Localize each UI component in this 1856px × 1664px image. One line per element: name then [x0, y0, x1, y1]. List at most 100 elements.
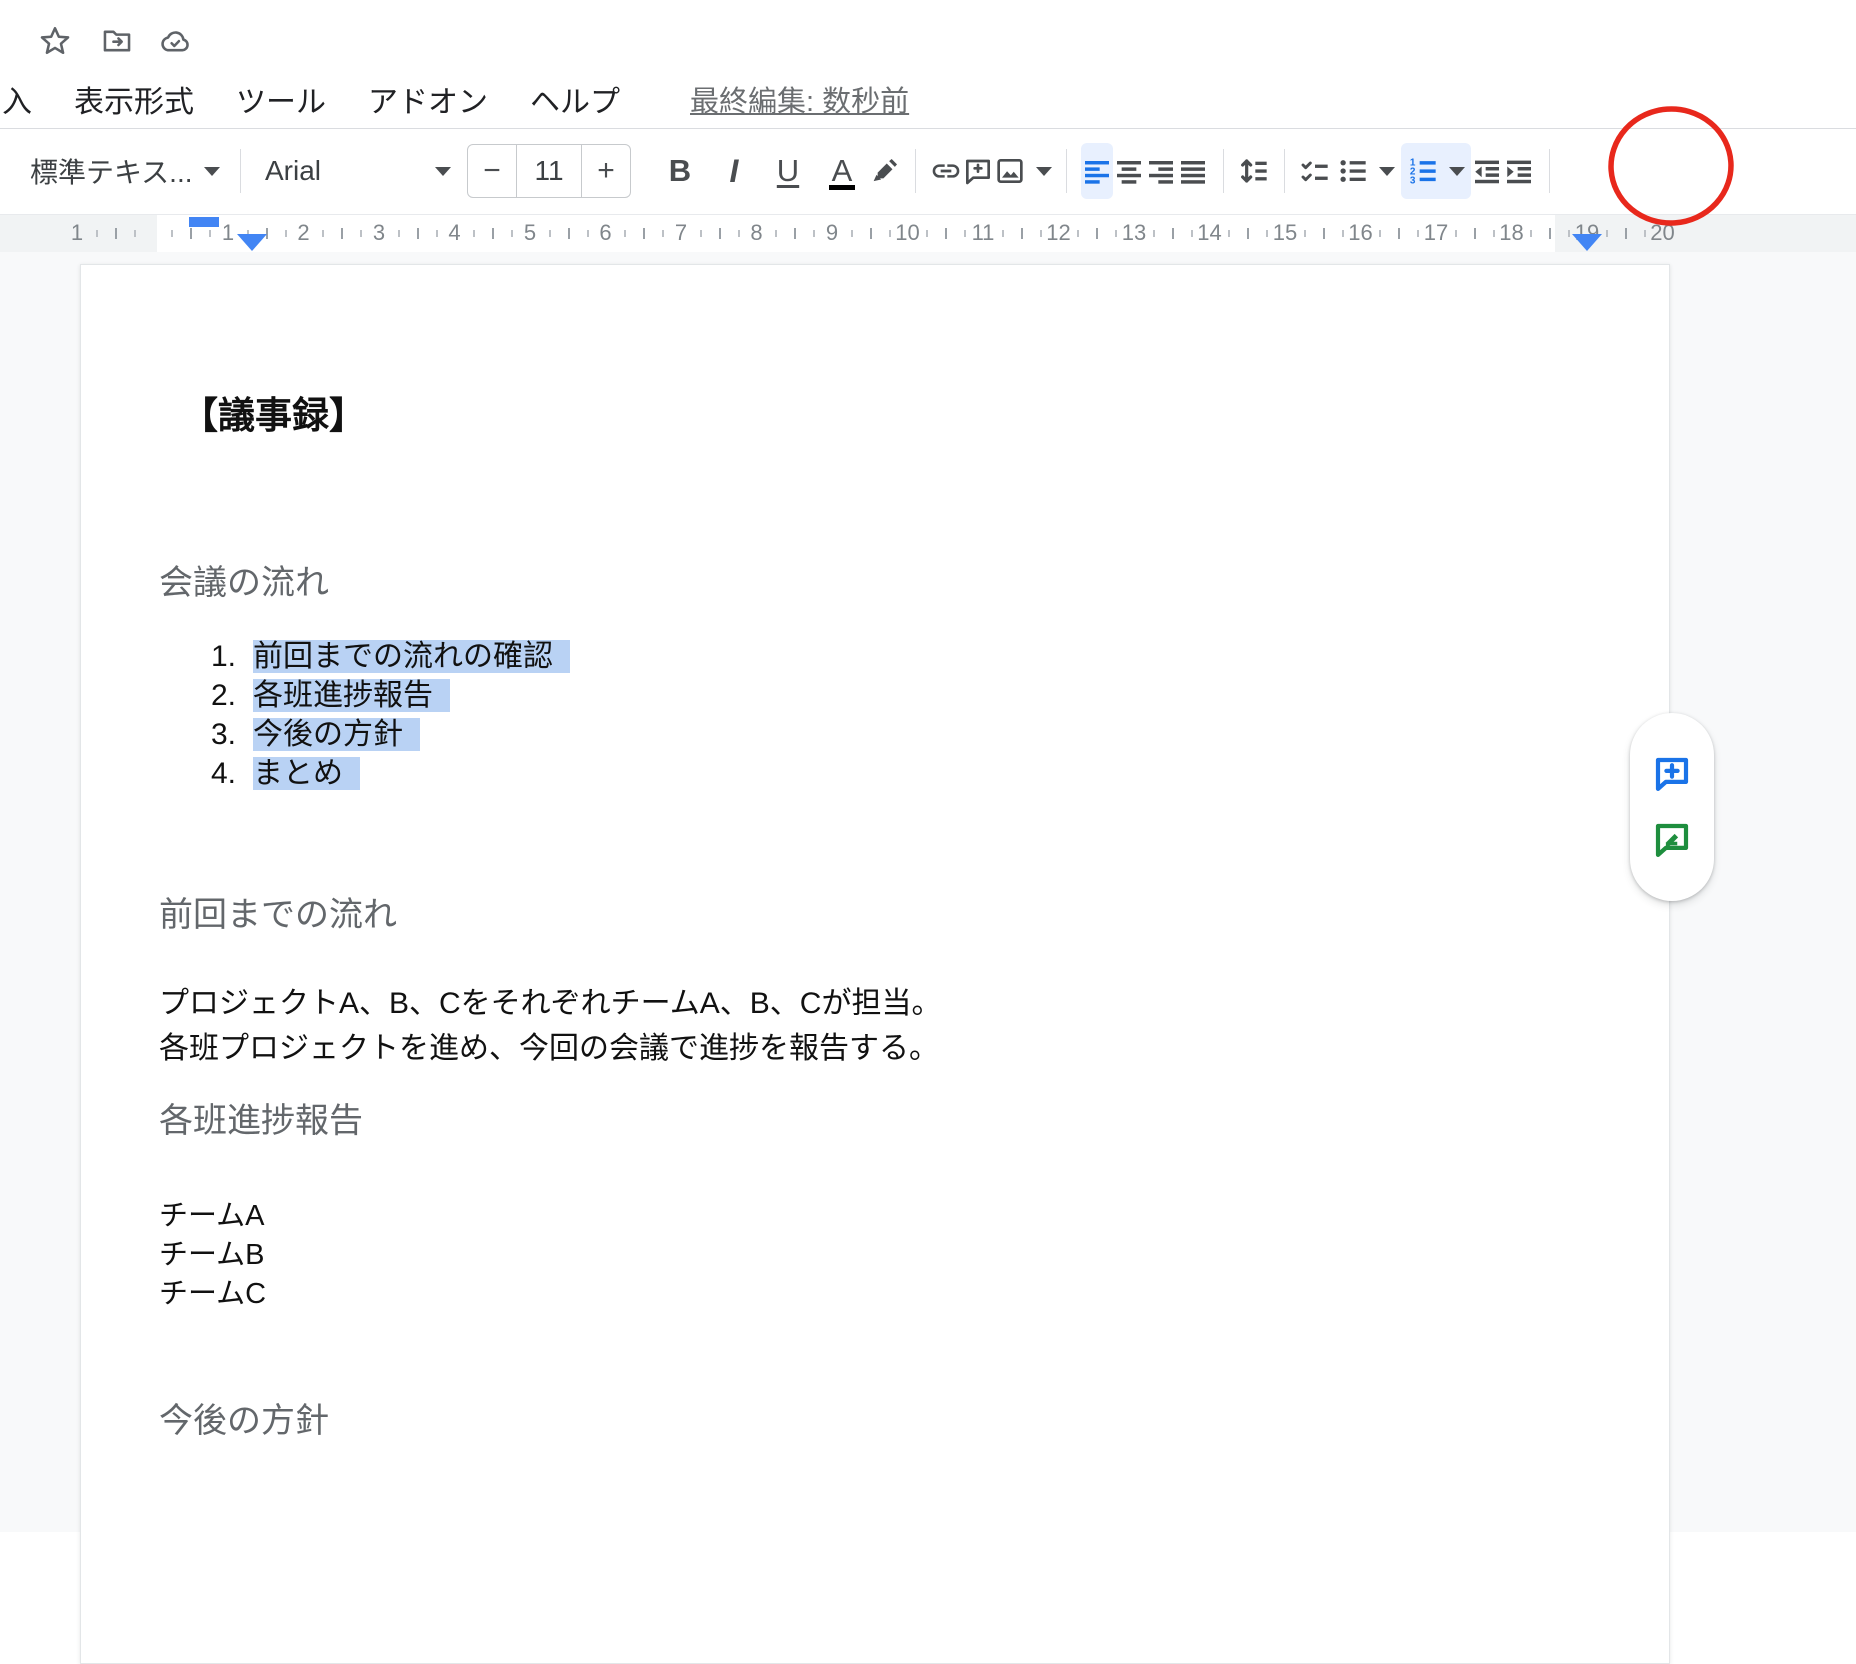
star-icon[interactable] [38, 24, 72, 58]
ruler-tick [436, 230, 438, 237]
team-list[interactable]: チームA チームB チームC [159, 1197, 266, 1314]
ruler-tick [775, 230, 777, 237]
font-size-input[interactable]: 11 [516, 144, 582, 198]
ruler-tick [945, 228, 947, 239]
selected-text[interactable]: 前回までの流れの確認 [253, 640, 570, 673]
justify-button[interactable] [1177, 143, 1209, 199]
ruler-number: 4 [440, 220, 470, 246]
list-item[interactable]: 3. 今後の方針 [206, 715, 570, 754]
highlight-color-button[interactable] [869, 143, 901, 199]
line-spacing-button[interactable] [1238, 143, 1270, 199]
list-item[interactable]: 1. 前回までの流れの確認 [206, 637, 570, 676]
selected-text[interactable]: 各班進捗報告 [253, 679, 450, 712]
menu-help[interactable]: ヘルプ [530, 77, 620, 121]
ruler-tick [1021, 228, 1023, 239]
team-line[interactable]: チームC [159, 1275, 266, 1314]
team-line[interactable]: チームA [159, 1197, 266, 1236]
list-number: 3. [206, 715, 236, 754]
ruler-number: 6 [591, 220, 621, 246]
suggest-edits-button[interactable] [1651, 819, 1693, 861]
add-comment-icon [962, 155, 994, 187]
ruler-tick [624, 230, 626, 237]
decrease-indent-button[interactable] [1471, 143, 1503, 199]
agenda-list[interactable]: 1. 前回までの流れの確認 2.各班進捗報告 3. 今後の方針 4. まとめ [206, 637, 570, 793]
align-right-button[interactable] [1145, 143, 1177, 199]
paragraph-line[interactable]: プロジェクトA、B、CをそれぞれチームA、B、Cが担当。 [159, 981, 941, 1026]
font-size-increase-button[interactable]: + [582, 144, 630, 198]
left-indent-marker[interactable] [237, 234, 267, 251]
increase-indent-button[interactable] [1503, 143, 1535, 199]
menu-format[interactable]: 表示形式 [74, 77, 194, 121]
ruler-number: 13 [1119, 220, 1149, 246]
ruler-tick [1342, 230, 1344, 237]
underline-button[interactable]: U [761, 143, 815, 199]
font-size-decrease-button[interactable]: − [468, 144, 516, 198]
bold-button[interactable]: B [653, 143, 707, 199]
ruler-tick [1417, 230, 1419, 237]
paragraph-line[interactable]: 各班プロジェクトを進め、今回の会議で進捗を報告する。 [159, 1026, 941, 1071]
ruler-tick [738, 230, 740, 237]
ruler-number: 9 [817, 220, 847, 246]
move-folder-icon[interactable] [100, 24, 134, 58]
heading-future-policy[interactable]: 今後の方針 [159, 1393, 329, 1442]
last-edit-link[interactable]: 最終編集: 数秒前 [690, 78, 909, 120]
ruler-tick [889, 230, 891, 237]
ruler-tick [209, 230, 211, 237]
right-indent-marker[interactable] [1572, 234, 1602, 251]
justify-icon [1177, 155, 1209, 187]
ruler-tick [115, 228, 117, 239]
ruler-tick [1323, 228, 1325, 239]
doc-title[interactable]: 【議事録】 [181, 385, 366, 439]
menu-tools[interactable]: ツール [236, 77, 326, 121]
paragraph-style-dropdown[interactable]: 標準テキス... [30, 143, 226, 199]
heading-previous-flow[interactable]: 前回までの流れ [159, 887, 397, 936]
ruler-number: 11 [968, 220, 998, 246]
insert-link-button[interactable] [930, 143, 962, 199]
list-number: 4. [206, 754, 236, 793]
ruler-tick [870, 228, 872, 239]
toolbar-divider [240, 149, 241, 193]
chevron-down-icon [1449, 167, 1465, 176]
selected-text[interactable]: まとめ [253, 757, 360, 790]
list-item[interactable]: 2.各班進捗報告 [206, 676, 570, 715]
ruler-tick [1304, 230, 1306, 237]
checklist-button[interactable] [1299, 143, 1331, 199]
heading-agenda[interactable]: 会議の流れ [159, 555, 329, 604]
menu-insert-partial[interactable]: 入 [2, 77, 32, 121]
first-line-indent-marker[interactable] [189, 217, 219, 227]
ruler-tick [1172, 228, 1174, 239]
bulleted-list-button[interactable] [1331, 143, 1401, 199]
ruler-tick [1191, 230, 1193, 237]
ruler: 11234567891011121314151617181920 [0, 214, 1856, 252]
cloud-check-icon[interactable] [158, 24, 192, 58]
align-left-button[interactable] [1081, 143, 1113, 199]
add-comment-margin-button[interactable] [1651, 753, 1693, 795]
text-color-button[interactable]: A [815, 143, 869, 199]
line-spacing-icon [1238, 155, 1270, 187]
toolbar-divider [1549, 149, 1550, 193]
numbered-list-button[interactable]: 123 [1401, 143, 1471, 199]
document-page[interactable]: 【議事録】 会議の流れ 1. 前回までの流れの確認 2.各班進捗報告 3. 今後の方… [80, 264, 1670, 1664]
paragraph-style-label: 標準テキス... [30, 151, 193, 191]
align-center-button[interactable] [1113, 143, 1145, 199]
checklist-icon [1299, 155, 1331, 187]
chevron-down-icon [1379, 167, 1395, 176]
team-line[interactable]: チームB [159, 1236, 266, 1275]
selected-text[interactable]: 今後の方針 [253, 718, 420, 751]
add-comment-button[interactable] [962, 143, 994, 199]
previous-flow-paragraph[interactable]: プロジェクトA、B、CをそれぞれチームA、B、Cが担当。 各班プロジェクトを進め… [159, 981, 941, 1071]
insert-image-button[interactable] [994, 143, 1052, 199]
heading-progress-report[interactable]: 各班進捗報告 [159, 1093, 363, 1142]
menu-addons[interactable]: アドオン [368, 77, 488, 121]
list-item[interactable]: 4. まとめ [206, 754, 570, 793]
font-family-dropdown[interactable]: Arial [265, 143, 455, 199]
list-number: 1. [206, 637, 236, 676]
ruler-tick [1096, 228, 1098, 239]
bulleted-list-icon [1337, 155, 1369, 187]
toolbar-divider [1066, 149, 1067, 193]
text-color-swatch [829, 185, 855, 190]
ruler-number: 15 [1270, 220, 1300, 246]
ruler-number: 16 [1346, 220, 1376, 246]
titlebar [0, 0, 1856, 70]
italic-button[interactable]: I [707, 143, 761, 199]
